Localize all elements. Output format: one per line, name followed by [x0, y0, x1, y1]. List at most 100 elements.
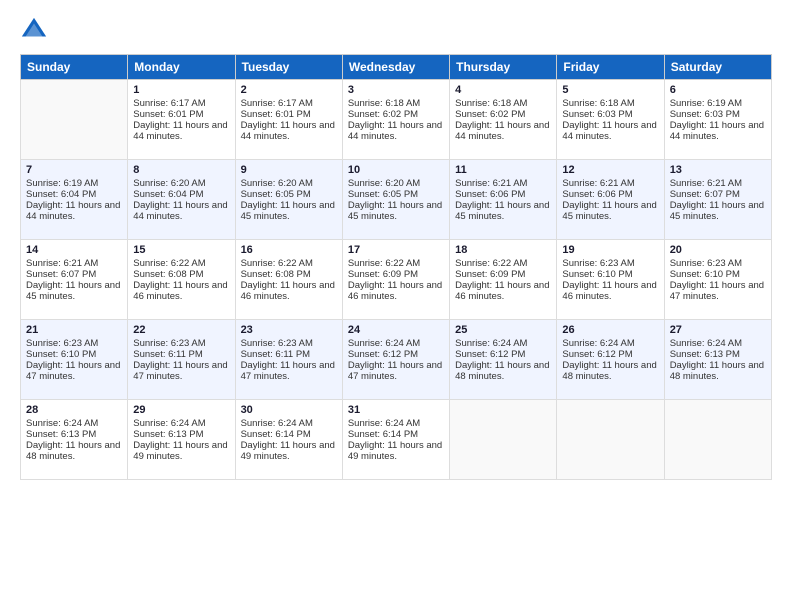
sunrise-time: Sunrise: 6:17 AM	[133, 98, 229, 109]
daylight-hours: Daylight: 11 hours and 44 minutes.	[26, 200, 122, 222]
day-header-monday: Monday	[128, 55, 235, 80]
sunrise-time: Sunrise: 6:18 AM	[562, 98, 658, 109]
daylight-hours: Daylight: 11 hours and 44 minutes.	[133, 120, 229, 142]
days-header-row: SundayMondayTuesdayWednesdayThursdayFrid…	[21, 55, 772, 80]
daylight-hours: Daylight: 11 hours and 48 minutes.	[455, 360, 551, 382]
daylight-hours: Daylight: 11 hours and 47 minutes.	[133, 360, 229, 382]
sunset-time: Sunset: 6:04 PM	[26, 189, 122, 200]
daylight-hours: Daylight: 11 hours and 44 minutes.	[455, 120, 551, 142]
daylight-hours: Daylight: 11 hours and 47 minutes.	[348, 360, 444, 382]
sunset-time: Sunset: 6:07 PM	[670, 189, 766, 200]
day-number: 16	[241, 244, 337, 256]
sunrise-time: Sunrise: 6:18 AM	[348, 98, 444, 109]
day-number: 25	[455, 324, 551, 336]
calendar-cell: 2Sunrise: 6:17 AMSunset: 6:01 PMDaylight…	[235, 80, 342, 160]
calendar-cell: 26Sunrise: 6:24 AMSunset: 6:12 PMDayligh…	[557, 320, 664, 400]
day-number: 23	[241, 324, 337, 336]
sunset-time: Sunset: 6:05 PM	[348, 189, 444, 200]
daylight-hours: Daylight: 11 hours and 48 minutes.	[562, 360, 658, 382]
sunrise-time: Sunrise: 6:18 AM	[455, 98, 551, 109]
day-number: 19	[562, 244, 658, 256]
daylight-hours: Daylight: 11 hours and 46 minutes.	[133, 280, 229, 302]
sunrise-time: Sunrise: 6:23 AM	[26, 338, 122, 349]
day-number: 8	[133, 164, 229, 176]
daylight-hours: Daylight: 11 hours and 48 minutes.	[670, 360, 766, 382]
sunset-time: Sunset: 6:08 PM	[133, 269, 229, 280]
sunset-time: Sunset: 6:10 PM	[26, 349, 122, 360]
calendar-cell	[664, 400, 771, 480]
calendar-cell: 20Sunrise: 6:23 AMSunset: 6:10 PMDayligh…	[664, 240, 771, 320]
calendar-cell: 11Sunrise: 6:21 AMSunset: 6:06 PMDayligh…	[450, 160, 557, 240]
day-number: 17	[348, 244, 444, 256]
daylight-hours: Daylight: 11 hours and 44 minutes.	[133, 200, 229, 222]
sunrise-time: Sunrise: 6:22 AM	[133, 258, 229, 269]
day-number: 10	[348, 164, 444, 176]
sunset-time: Sunset: 6:03 PM	[562, 109, 658, 120]
sunset-time: Sunset: 6:06 PM	[455, 189, 551, 200]
calendar-cell: 8 Sunrise: 6:20 AMSunset: 6:04 PMDaylight…	[128, 160, 235, 240]
sunrise-time: Sunrise: 6:19 AM	[26, 178, 122, 189]
daylight-hours: Daylight: 11 hours and 45 minutes.	[26, 280, 122, 302]
sunset-time: Sunset: 6:05 PM	[241, 189, 337, 200]
daylight-hours: Daylight: 11 hours and 45 minutes.	[241, 200, 337, 222]
calendar-cell	[21, 80, 128, 160]
sunset-time: Sunset: 6:12 PM	[348, 349, 444, 360]
sunrise-time: Sunrise: 6:24 AM	[455, 338, 551, 349]
sunset-time: Sunset: 6:09 PM	[348, 269, 444, 280]
calendar-cell: 14Sunrise: 6:21 AMSunset: 6:07 PMDayligh…	[21, 240, 128, 320]
calendar-cell	[450, 400, 557, 480]
page: SundayMondayTuesdayWednesdayThursdayFrid…	[0, 0, 792, 612]
day-number: 26	[562, 324, 658, 336]
calendar-cell: 12Sunrise: 6:21 AMSunset: 6:06 PMDayligh…	[557, 160, 664, 240]
sunset-time: Sunset: 6:11 PM	[133, 349, 229, 360]
calendar-cell: 10 Sunrise: 6:20 AMSunset: 6:05 PMDayligh…	[342, 160, 449, 240]
sunrise-time: Sunrise: 6:23 AM	[133, 338, 229, 349]
calendar-cell: 23Sunrise: 6:23 AMSunset: 6:11 PMDayligh…	[235, 320, 342, 400]
calendar-cell: 3Sunrise: 6:18 AMSunset: 6:02 PMDaylight…	[342, 80, 449, 160]
week-row-3: 14Sunrise: 6:21 AMSunset: 6:07 PMDayligh…	[21, 240, 772, 320]
sunset-time: Sunset: 6:10 PM	[670, 269, 766, 280]
day-number: 18	[455, 244, 551, 256]
calendar-cell: 28Sunrise: 6:24 AMSunset: 6:13 PMDayligh…	[21, 400, 128, 480]
day-number: 30	[241, 404, 337, 416]
sunrise-time: Sunrise: 6:17 AM	[241, 98, 337, 109]
daylight-hours: Daylight: 11 hours and 45 minutes.	[348, 200, 444, 222]
sunset-time: Sunset: 6:04 PM	[133, 189, 229, 200]
daylight-hours: Daylight: 11 hours and 47 minutes.	[26, 360, 122, 382]
day-number: 28	[26, 404, 122, 416]
header	[20, 16, 772, 44]
calendar-cell: 31Sunrise: 6:24 AMSunset: 6:14 PMDayligh…	[342, 400, 449, 480]
week-row-2: 7Sunrise: 6:19 AMSunset: 6:04 PMDaylight…	[21, 160, 772, 240]
daylight-hours: Daylight: 11 hours and 44 minutes.	[348, 120, 444, 142]
day-number: 4	[455, 84, 551, 96]
sunrise-time: Sunrise: 6:24 AM	[670, 338, 766, 349]
day-number: 2	[241, 84, 337, 96]
daylight-hours: Daylight: 11 hours and 45 minutes.	[455, 200, 551, 222]
day-number: 3	[348, 84, 444, 96]
sunset-time: Sunset: 6:13 PM	[133, 429, 229, 440]
sunset-time: Sunset: 6:10 PM	[562, 269, 658, 280]
sunrise-time: Sunrise: 6:24 AM	[348, 418, 444, 429]
sunset-time: Sunset: 6:06 PM	[562, 189, 658, 200]
day-header-tuesday: Tuesday	[235, 55, 342, 80]
calendar-cell: 1Sunrise: 6:17 AMSunset: 6:01 PMDaylight…	[128, 80, 235, 160]
calendar-cell: 30Sunrise: 6:24 AMSunset: 6:14 PMDayligh…	[235, 400, 342, 480]
sunrise-time: Sunrise: 6:22 AM	[455, 258, 551, 269]
calendar-cell: 4Sunrise: 6:18 AMSunset: 6:02 PMDaylight…	[450, 80, 557, 160]
sunset-time: Sunset: 6:08 PM	[241, 269, 337, 280]
sunrise-time: Sunrise: 6:20 AM	[348, 178, 444, 189]
sunrise-time: Sunrise: 6:20 AM	[133, 178, 229, 189]
calendar-cell: 21 Sunrise: 6:23 AMSunset: 6:10 PMDayligh…	[21, 320, 128, 400]
sunset-time: Sunset: 6:11 PM	[241, 349, 337, 360]
calendar-cell	[557, 400, 664, 480]
day-number: 21	[26, 324, 122, 336]
sunrise-time: Sunrise: 6:24 AM	[26, 418, 122, 429]
day-number: 29	[133, 404, 229, 416]
sunrise-time: Sunrise: 6:19 AM	[670, 98, 766, 109]
sunrise-time: Sunrise: 6:21 AM	[26, 258, 122, 269]
calendar-cell: 16Sunrise: 6:22 AMSunset: 6:08 PMDayligh…	[235, 240, 342, 320]
sunrise-time: Sunrise: 6:23 AM	[241, 338, 337, 349]
day-number: 31	[348, 404, 444, 416]
sunset-time: Sunset: 6:03 PM	[670, 109, 766, 120]
calendar-cell: 22Sunrise: 6:23 AMSunset: 6:11 PMDayligh…	[128, 320, 235, 400]
